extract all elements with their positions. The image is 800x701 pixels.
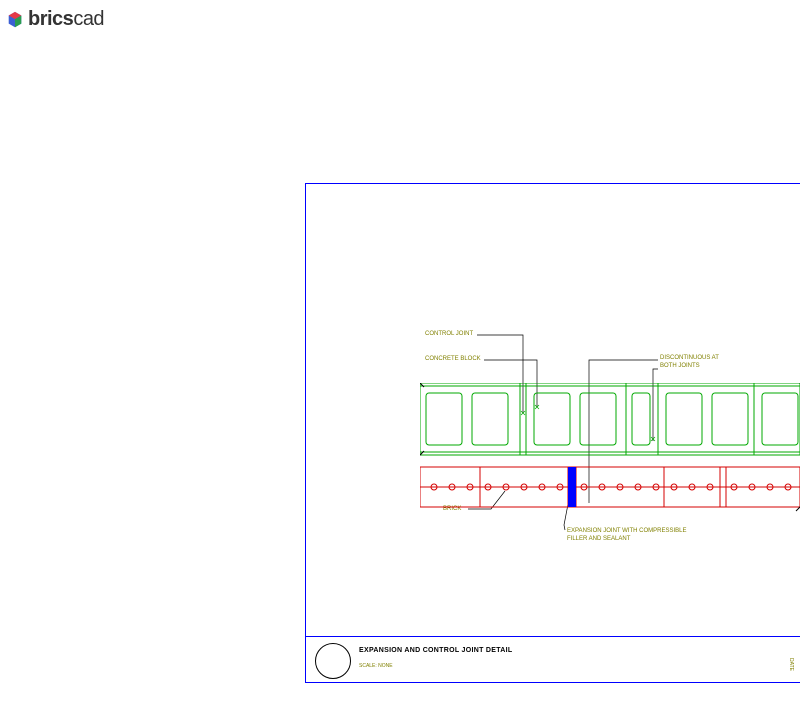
app-logo: bricscad [6,8,104,31]
expansion-joint-filler [568,467,576,507]
detail-bubble [315,643,351,679]
title-block: EXPANSION AND CONTROL JOINT DETAIL SCALE… [305,636,800,683]
detail-drawing [420,383,800,523]
detail-scale: SCALE: NONE [359,663,393,669]
detail-title: EXPANSION AND CONTROL JOINT DETAIL [359,647,512,654]
drawing-sheet: CONTROL JOINT CONCRETE BLOCK DISCONTINUO… [305,183,800,701]
app-name: bricscad [28,8,104,31]
bricscad-icon [6,11,24,29]
